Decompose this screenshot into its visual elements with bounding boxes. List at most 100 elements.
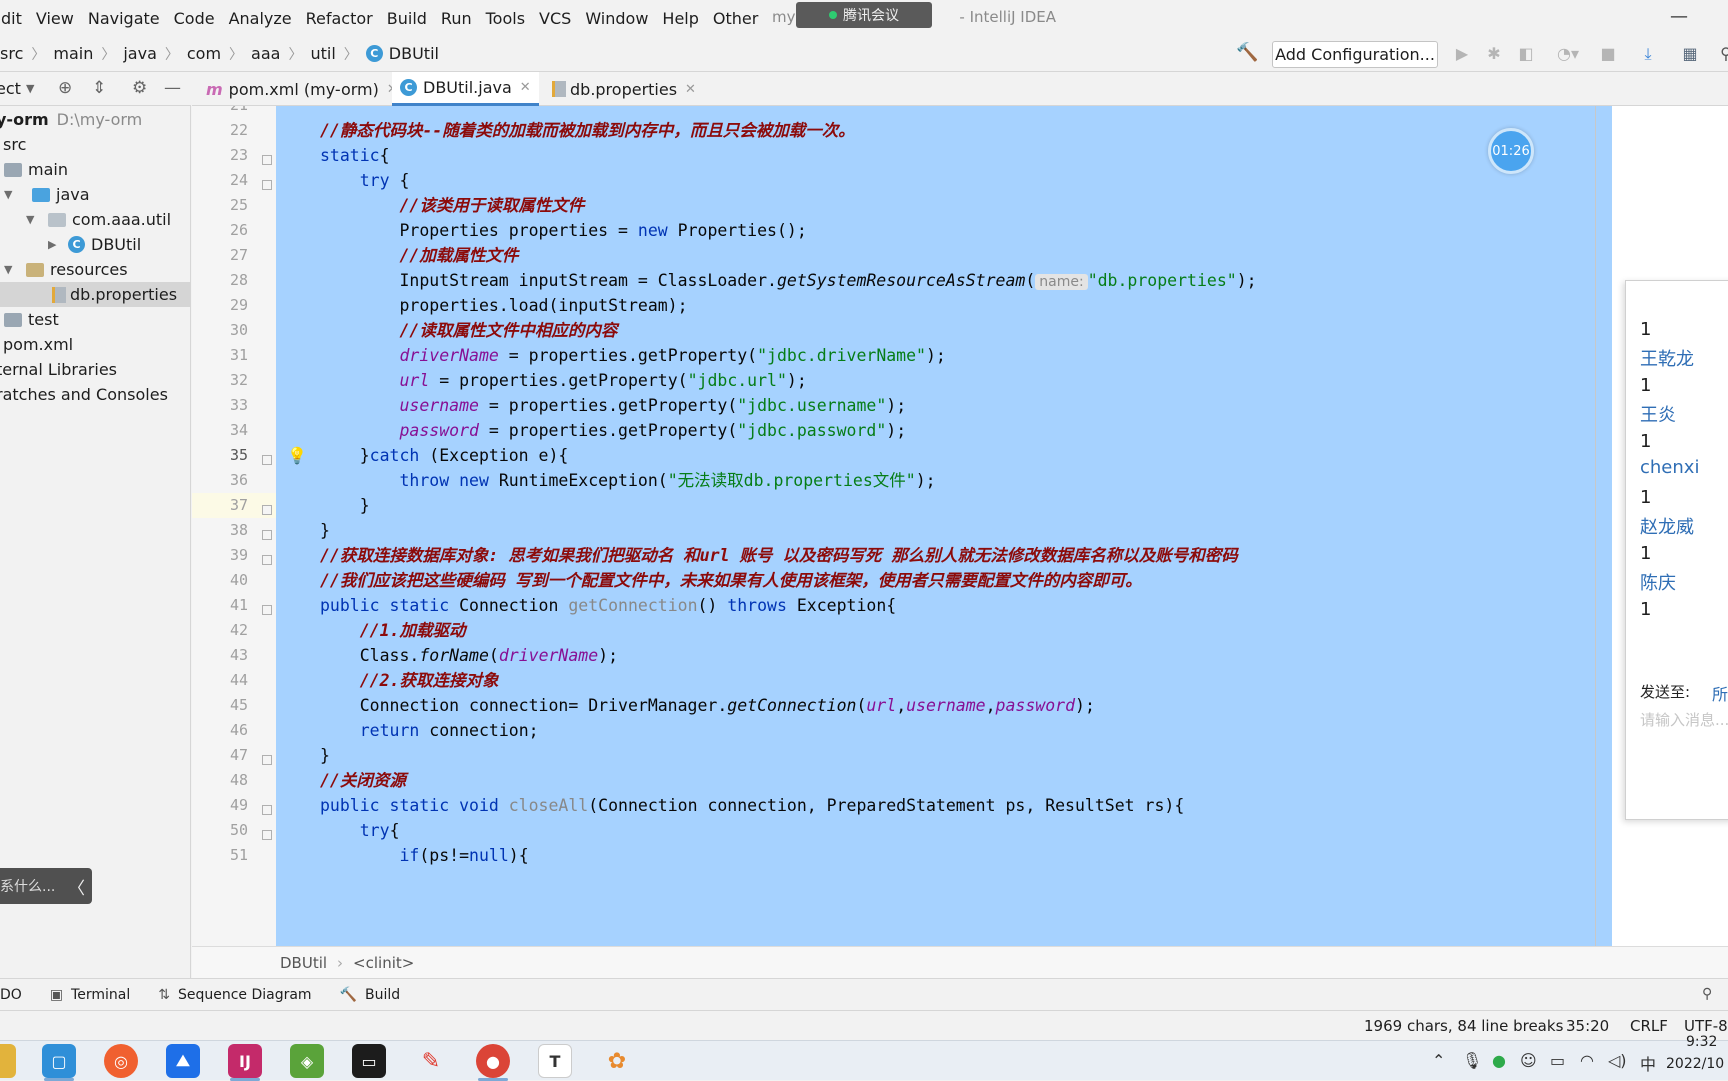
coverage-icon[interactable]: ◧ xyxy=(1516,44,1536,64)
tab-db-properties[interactable]: db.properties ✕ xyxy=(544,72,704,106)
project-view-selector[interactable]: ect xyxy=(0,79,21,98)
fold-icon[interactable] xyxy=(262,805,272,815)
close-icon[interactable]: ✕ xyxy=(520,80,531,95)
tree-node-main[interactable]: main xyxy=(4,157,68,182)
fold-icon[interactable] xyxy=(262,505,272,515)
tab-pom-xml[interactable]: m pom.xml (my-orm) ✕ xyxy=(198,72,406,106)
tree-node-test[interactable]: test xyxy=(4,307,59,332)
tool-window-todo[interactable]: DO xyxy=(0,987,22,1003)
status-encoding[interactable]: UTF-8 xyxy=(1684,1017,1728,1035)
chrome-app-icon[interactable]: ● xyxy=(476,1044,510,1081)
color-app-icon[interactable]: ✿ xyxy=(600,1044,634,1078)
fold-icon[interactable] xyxy=(262,555,272,565)
profile-icon[interactable]: ◔▾ xyxy=(1550,44,1586,64)
chevron-down-icon[interactable]: ▼ xyxy=(4,188,20,201)
floating-assistant-widget[interactable]: 系什么... 〈 xyxy=(0,868,92,904)
chevron-right-icon[interactable]: ▶ xyxy=(48,238,64,251)
fold-icon[interactable] xyxy=(262,180,272,190)
search-everywhere-icon[interactable]: ⚲ xyxy=(1716,44,1728,64)
tree-node-db-properties[interactable]: db.properties xyxy=(52,282,177,307)
locate-icon[interactable]: ⊕ xyxy=(58,78,72,98)
breadcrumb-member[interactable]: <clinit> xyxy=(353,954,414,972)
chevron-up-icon[interactable]: ⌃ xyxy=(1432,1051,1445,1070)
menu-vcs[interactable]: VCS xyxy=(532,9,578,28)
chevron-down-icon[interactable]: ▼ xyxy=(26,82,34,95)
vcs-update-icon[interactable]: ⤓ xyxy=(1638,44,1658,64)
menu-build[interactable]: Build xyxy=(380,9,434,28)
lanhu-app-icon[interactable]: ⛰ xyxy=(166,1044,200,1078)
meeting-indicator[interactable]: 腾讯会议 xyxy=(796,2,932,28)
chevron-down-icon[interactable]: ▼ xyxy=(26,213,42,226)
tab-dbutil-java[interactable]: C DBUtil.java ✕ xyxy=(392,72,539,106)
clock-time[interactable]: 9:32 xyxy=(1686,1034,1717,1050)
chat-message-input[interactable]: 请输入消息... xyxy=(1640,709,1728,730)
tree-node-dbutil[interactable]: ▶ C DBUtil xyxy=(48,232,141,257)
tool-window-build[interactable]: 🔨 Build xyxy=(340,987,401,1003)
file-explorer-icon[interactable] xyxy=(0,1044,16,1078)
nav-crumb-util[interactable]: util 〉 xyxy=(310,44,365,64)
project-structure-icon[interactable]: ▦ xyxy=(1680,44,1700,64)
battery-icon[interactable]: ▭ xyxy=(1550,1051,1565,1070)
volume-icon[interactable]: ◁) xyxy=(1608,1051,1627,1070)
wifi-icon[interactable]: ◠ xyxy=(1580,1051,1594,1070)
menu-refactor[interactable]: Refactor xyxy=(299,9,380,28)
build-hammer-icon[interactable]: 🔨 xyxy=(1236,42,1260,66)
pen-app-icon[interactable]: ✎ xyxy=(414,1044,448,1078)
status-line-separator[interactable]: CRLF xyxy=(1630,1017,1668,1035)
close-icon[interactable]: ✕ xyxy=(685,82,696,97)
tree-node-java[interactable]: ▼ java xyxy=(4,182,90,207)
tree-node-resources[interactable]: ▼ resources xyxy=(4,257,128,282)
tree-node-com-aaa-util[interactable]: ▼ com.aaa.util xyxy=(26,207,171,232)
breadcrumb-class[interactable]: DBUtil xyxy=(280,954,327,972)
menu-window[interactable]: Window xyxy=(578,9,655,28)
qq-icon[interactable]: ☺ xyxy=(1520,1051,1537,1070)
menu-navigate[interactable]: Navigate xyxy=(81,9,167,28)
collapse-all-icon[interactable]: ⇕ xyxy=(92,78,106,98)
tree-node-project-root[interactable]: y-orm D:\my-orm xyxy=(0,107,142,132)
navicat-app-icon[interactable]: ◈ xyxy=(290,1044,324,1078)
menu-other[interactable]: Other xyxy=(706,9,765,28)
menu-analyze[interactable]: Analyze xyxy=(222,9,299,28)
fold-icon[interactable] xyxy=(262,755,272,765)
tool-window-sequence-diagram[interactable]: ⇅ Sequence Diagram xyxy=(158,987,311,1003)
ime-indicator[interactable]: 中 xyxy=(1640,1051,1656,1075)
search-icon[interactable]: ⚲ xyxy=(1702,986,1712,1002)
lightbulb-icon[interactable]: 💡 xyxy=(287,446,307,465)
menu-run[interactable]: Run xyxy=(434,9,479,28)
nav-crumb-java[interactable]: java 〉 xyxy=(123,44,187,64)
tree-node-src[interactable]: src xyxy=(0,132,26,157)
menu-code[interactable]: Code xyxy=(167,9,222,28)
nav-crumb-main[interactable]: main 〉 xyxy=(53,44,123,64)
menu-view[interactable]: View xyxy=(29,9,81,28)
send-to-selector[interactable]: 所 xyxy=(1712,681,1728,705)
nav-crumb-com[interactable]: com 〉 xyxy=(187,44,251,64)
menu-tools[interactable]: Tools xyxy=(479,9,532,28)
tree-node-external-libraries[interactable]: ternal Libraries xyxy=(0,357,117,382)
fold-icon[interactable] xyxy=(262,455,272,465)
terminal-app-icon[interactable]: ▭ xyxy=(352,1044,386,1078)
gear-icon[interactable]: ⚙ xyxy=(132,78,147,98)
clock-date[interactable]: 2022/10 xyxy=(1666,1056,1724,1072)
microphone-icon[interactable]: 🎙 xyxy=(1462,1051,1482,1070)
tool-window-terminal[interactable]: ▣ Terminal xyxy=(50,987,130,1003)
chevron-down-icon[interactable]: ▼ xyxy=(4,263,20,276)
minimize-icon[interactable]: — xyxy=(1670,6,1688,27)
tree-node-scratches[interactable]: ratches and Consoles xyxy=(0,382,168,407)
add-configuration-button[interactable]: Add Configuration... xyxy=(1272,41,1438,68)
browser-app-icon[interactable]: ◎ xyxy=(104,1044,138,1078)
fold-icon[interactable] xyxy=(262,155,272,165)
tree-node-pom-xml[interactable]: pom.xml xyxy=(0,332,73,357)
hide-panel-icon[interactable]: — xyxy=(164,78,181,98)
nav-crumb-src[interactable]: src 〉 xyxy=(0,44,53,64)
status-caret-position[interactable]: 35:20 xyxy=(1566,1017,1609,1035)
intellij-app-icon[interactable]: IJ xyxy=(228,1044,262,1081)
code-editor[interactable]: 21 22 23 24 25 26 27 28 29 30 31 32 33 34 35 36 37 38 39 40… xyxy=(192,106,1728,946)
menu-help[interactable]: Help xyxy=(655,9,705,28)
fold-icon[interactable] xyxy=(262,530,272,540)
typora-app-icon[interactable]: T xyxy=(538,1044,572,1078)
stop-icon[interactable]: ■ xyxy=(1598,44,1618,64)
fold-icon[interactable] xyxy=(262,605,272,615)
wechat-icon[interactable]: ● xyxy=(1492,1051,1506,1070)
debug-icon[interactable]: ✱ xyxy=(1484,44,1504,64)
nav-crumb-aaa[interactable]: aaa 〉 xyxy=(251,44,310,64)
